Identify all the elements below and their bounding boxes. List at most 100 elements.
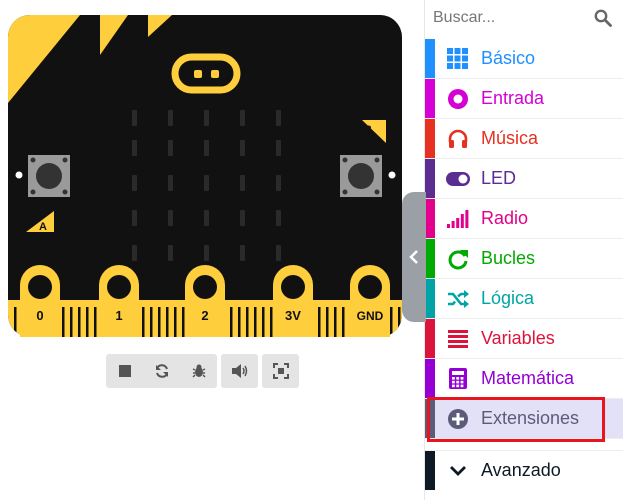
category-color-bar — [425, 39, 435, 78]
category-color-bar — [425, 79, 435, 118]
category-label: Matemática — [481, 368, 575, 388]
restart-icon — [155, 364, 168, 378]
simulator-toolbar — [106, 354, 299, 388]
mount-hole — [388, 171, 396, 179]
category-label: Bucles — [481, 248, 536, 268]
label-a: A — [39, 221, 47, 233]
pin-gnd[interactable]: GND — [350, 265, 390, 337]
signal-bars-icon — [445, 206, 471, 232]
led — [132, 210, 137, 226]
search-icon[interactable] — [594, 9, 612, 27]
category-label: LED — [481, 168, 517, 188]
led — [204, 175, 209, 191]
fullscreen-icon — [272, 363, 289, 379]
fullscreen-button[interactable] — [262, 354, 299, 388]
category-label: Extensiones — [481, 408, 580, 428]
category-color-bar — [425, 119, 435, 158]
category-label: Variables — [481, 328, 555, 348]
led — [204, 245, 209, 261]
category-led[interactable]: LED — [425, 159, 623, 199]
category-musica[interactable]: Música — [425, 119, 623, 159]
calculator-icon — [445, 366, 471, 392]
category-avanzado[interactable]: Avanzado — [425, 450, 623, 490]
category-color-bar — [425, 359, 435, 398]
category-label: Radio — [481, 208, 529, 228]
category-color-bar — [425, 319, 435, 358]
search-box — [425, 0, 623, 37]
led — [276, 210, 281, 226]
category-label: Avanzado — [481, 460, 561, 480]
toggle-icon — [445, 166, 471, 192]
category-variables[interactable]: Variables — [425, 319, 623, 359]
button-a[interactable] — [28, 155, 70, 197]
led — [168, 210, 173, 226]
led — [132, 245, 137, 261]
category-label: Música — [481, 128, 539, 148]
chevron-left-icon — [409, 250, 418, 264]
category-label: Lógica — [481, 288, 535, 308]
category-color-bar — [425, 159, 435, 198]
circle-dot-icon — [445, 86, 471, 112]
led — [204, 210, 209, 226]
shuffle-icon — [445, 286, 471, 312]
led — [240, 245, 245, 261]
led — [240, 110, 245, 126]
lines-icon — [445, 326, 471, 352]
category-matematica[interactable]: Matemática — [425, 359, 623, 399]
debug-button[interactable] — [180, 354, 217, 388]
logo-dot — [211, 70, 219, 78]
mount-hole — [15, 171, 23, 179]
toolbox: Básico Entrada Música LED Radio Bucles Lógica V… — [424, 0, 623, 500]
stop-icon — [118, 365, 131, 377]
category-color-bar — [425, 239, 435, 278]
chevron-down-icon — [450, 465, 466, 476]
stop-button[interactable] — [106, 354, 143, 388]
category-basico[interactable]: Básico — [425, 39, 623, 79]
playback-group — [106, 354, 217, 388]
category-color-bar — [425, 399, 435, 438]
category-entrada[interactable]: Entrada — [425, 79, 623, 119]
category-radio[interactable]: Radio — [425, 199, 623, 239]
pin-2[interactable]: 2 — [185, 265, 225, 337]
category-bucles[interactable]: Bucles — [425, 239, 623, 279]
pin-3v[interactable]: 3V — [273, 265, 313, 337]
category-color-bar — [425, 451, 435, 490]
led — [168, 175, 173, 191]
sound-group — [221, 354, 258, 388]
button-b[interactable] — [340, 155, 382, 197]
refresh-icon — [445, 246, 471, 272]
pin-1[interactable]: 1 — [99, 265, 139, 337]
category-color-bar — [425, 199, 435, 238]
headphones-icon — [445, 126, 471, 152]
collapse-simulator-button[interactable] — [402, 192, 426, 322]
led — [240, 210, 245, 226]
microbit-board: A B 0 1 2 3V GND — [8, 15, 402, 337]
led — [276, 110, 281, 126]
pin-label: 1 — [115, 308, 122, 323]
sound-icon — [231, 364, 247, 378]
simulator-panel: A B 0 1 2 3V GND — [0, 0, 426, 500]
category-extensiones[interactable]: Extensiones — [425, 399, 623, 439]
led — [168, 140, 173, 156]
fullscreen-group — [262, 354, 299, 388]
plus-circle-icon — [445, 406, 471, 432]
search-input[interactable] — [433, 4, 583, 32]
led — [168, 245, 173, 261]
pin-label: GND — [357, 309, 384, 323]
category-color-bar — [425, 279, 435, 318]
pin-label: 0 — [36, 308, 43, 323]
debug-icon — [191, 364, 206, 378]
led — [132, 140, 137, 156]
label-b: B — [364, 124, 372, 136]
led — [276, 175, 281, 191]
led — [276, 245, 281, 261]
category-logica[interactable]: Lógica — [425, 279, 623, 319]
category-label: Entrada — [481, 88, 545, 108]
led — [132, 175, 137, 191]
restart-button[interactable] — [143, 354, 180, 388]
pin-0[interactable]: 0 — [20, 265, 60, 337]
pin-label: 3V — [285, 308, 301, 323]
pin-label: 2 — [201, 308, 208, 323]
sound-button[interactable] — [221, 354, 258, 388]
grid-icon — [445, 46, 471, 72]
